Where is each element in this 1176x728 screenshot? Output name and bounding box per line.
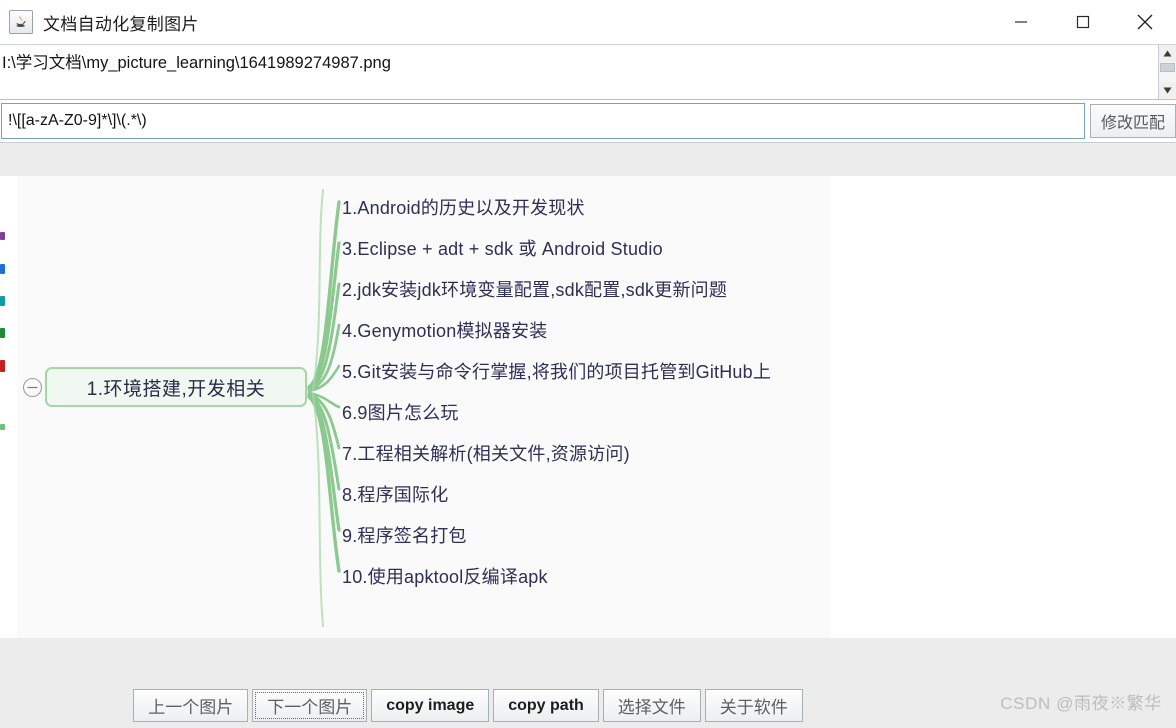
toolbar-button-row: 上一个图片 下一个图片 copy image copy path 选择文件 关于… bbox=[133, 689, 803, 722]
mindmap-item: 6.9图片怎么玩 bbox=[342, 403, 459, 423]
next-image-button[interactable]: 下一个图片 bbox=[252, 689, 368, 722]
modify-match-button[interactable]: 修改匹配 bbox=[1089, 104, 1176, 138]
about-software-button[interactable]: 关于软件 bbox=[704, 689, 803, 722]
copy-image-button[interactable]: copy image bbox=[371, 689, 490, 722]
prev-image-button[interactable]: 上一个图片 bbox=[133, 689, 249, 722]
copy-path-button[interactable]: copy path bbox=[493, 689, 599, 722]
mindmap-item: 1.Android的历史以及开发现状 bbox=[342, 198, 585, 218]
mindmap-item: 9.程序签名打包 bbox=[342, 526, 467, 546]
scrollbar-thumb[interactable] bbox=[1160, 63, 1175, 72]
mindmap-edge-fragment bbox=[0, 232, 5, 240]
java-coffee-cup-icon bbox=[9, 10, 33, 34]
mindmap-edge-fragment bbox=[0, 296, 5, 306]
bottom-toolbar: 上一个图片 下一个图片 copy image copy path 选择文件 关于… bbox=[0, 638, 1176, 728]
mindmap-edge-fragment bbox=[0, 328, 5, 338]
path-vertical-scrollbar[interactable] bbox=[1158, 45, 1176, 99]
mindmap-edge-fragment bbox=[0, 360, 5, 372]
image-path-textarea[interactable]: I:\学习文档\my_picture_learning\164198927498… bbox=[0, 45, 1158, 99]
mindmap-root-label: 1.环境搭建,开发相关 bbox=[86, 378, 266, 400]
mindmap-item: 10.使用apktool反编译apk bbox=[342, 567, 548, 587]
mindmap-image: 1.环境搭建,开发相关 1.Android的历史以及开发现状 3.Eclipse… bbox=[17, 176, 830, 638]
maximize-button[interactable] bbox=[1052, 0, 1114, 44]
csdn-watermark: CSDN @雨夜※繁华 bbox=[1000, 694, 1162, 713]
window-title: 文档自动化复制图片 bbox=[43, 14, 199, 34]
mindmap-item: 3.Eclipse + adt + sdk 或 Android Studio bbox=[342, 239, 663, 259]
window-controls bbox=[990, 0, 1176, 44]
mindmap-item: 7.工程相关解析(相关文件,资源访问) bbox=[342, 444, 630, 464]
application-window: 文档自动化复制图片 I:\学习文档\my_picture_learning\16… bbox=[0, 0, 1176, 728]
scroll-up-arrow-icon[interactable] bbox=[1159, 45, 1176, 62]
mindmap-edge-fragment bbox=[0, 424, 5, 430]
regex-input[interactable] bbox=[1, 103, 1085, 139]
collapse-minus-icon bbox=[22, 377, 43, 398]
minimize-button[interactable] bbox=[990, 0, 1052, 44]
title-bar: 文档自动化复制图片 bbox=[0, 0, 1176, 45]
image-preview-area: 1.环境搭建,开发相关 1.Android的历史以及开发现状 3.Eclipse… bbox=[0, 176, 1176, 638]
close-button[interactable] bbox=[1114, 0, 1176, 44]
mindmap-item: 4.Genymotion模拟器安装 bbox=[342, 321, 548, 341]
image-path-row: I:\学习文档\my_picture_learning\164198927498… bbox=[0, 45, 1176, 100]
mindmap-item: 8.程序国际化 bbox=[342, 485, 449, 505]
mindmap-root-node: 1.环境搭建,开发相关 bbox=[45, 367, 307, 407]
mindmap-item: 5.Git安装与命令行掌握,将我们的项目托管到GitHub上 bbox=[342, 362, 772, 382]
select-file-button[interactable]: 选择文件 bbox=[602, 689, 701, 722]
mindmap-item: 2.jdk安装jdk环境变量配置,sdk配置,sdk更新问题 bbox=[342, 280, 728, 300]
mindmap-edge-fragment bbox=[0, 264, 5, 274]
toolbar-separator-band bbox=[0, 142, 1176, 176]
scroll-down-arrow-icon[interactable] bbox=[1159, 82, 1176, 99]
mindmap-items-list: 1.Android的历史以及开发现状 3.Eclipse + adt + sdk… bbox=[342, 188, 822, 598]
regex-row: 修改匹配 bbox=[0, 100, 1176, 142]
